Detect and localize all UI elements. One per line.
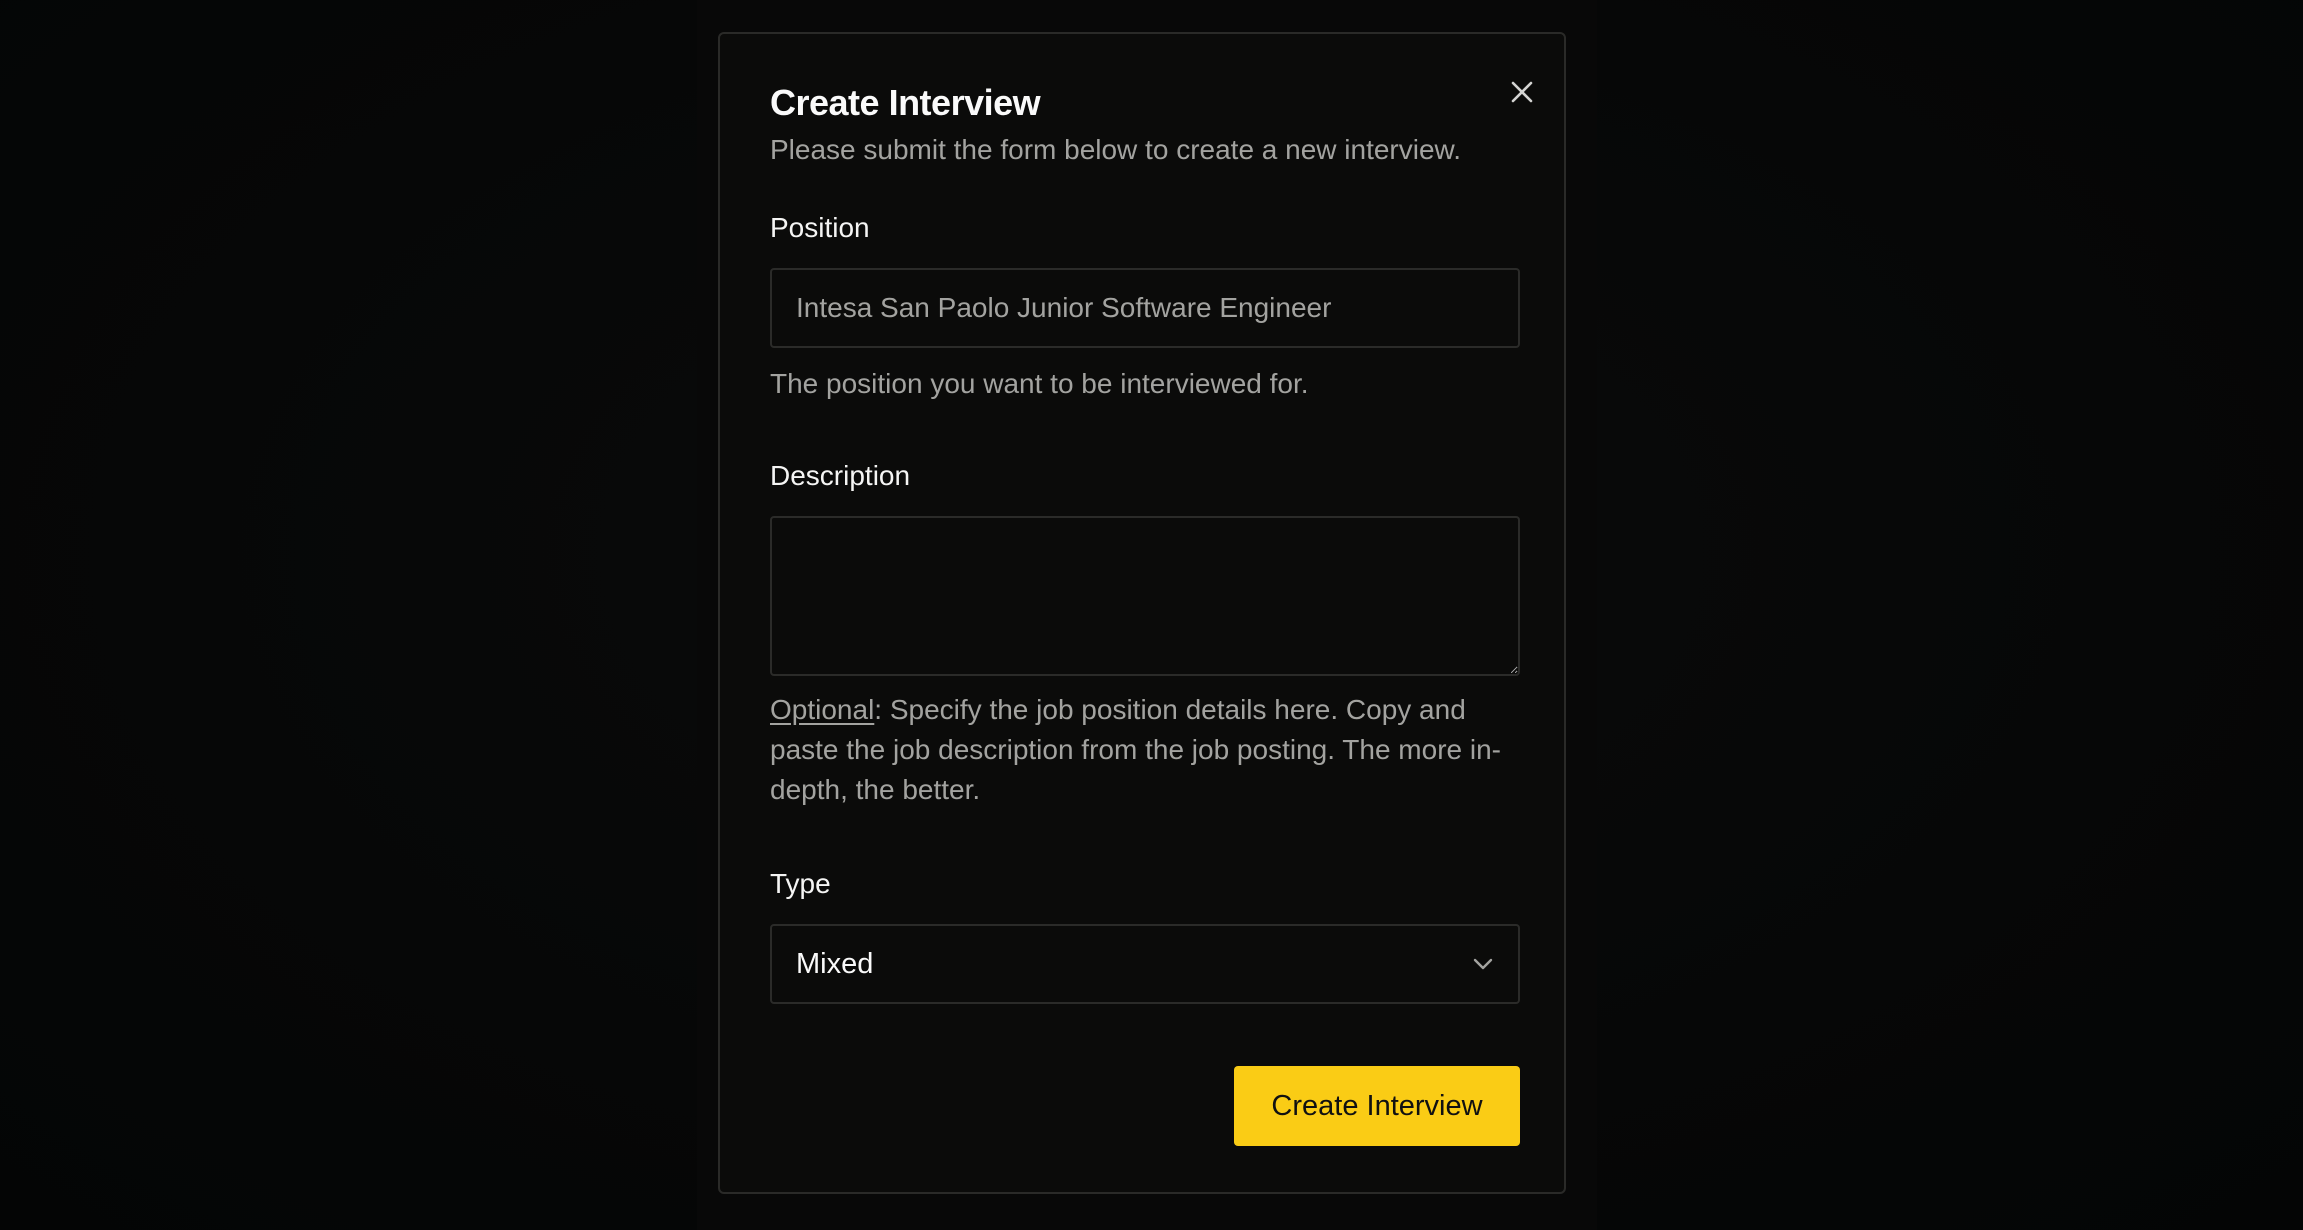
close-button[interactable] (1500, 70, 1544, 114)
create-interview-dialog: Create Interview Please submit the form … (718, 32, 1566, 1194)
type-label: Type (770, 868, 831, 899)
position-help-text: The position you want to be interviewed … (770, 368, 1309, 399)
create-interview-button[interactable]: Create Interview (1234, 1066, 1520, 1146)
close-icon (1511, 81, 1533, 103)
type-select[interactable]: Mixed (770, 924, 1520, 1004)
description-textarea[interactable] (770, 516, 1520, 676)
dialog-title: Create Interview (770, 82, 1041, 123)
position-label: Position (770, 212, 870, 243)
description-help-text: Optional: Specify the job position detai… (770, 690, 1530, 810)
description-help-body: : Specify the job position details here.… (770, 694, 1501, 805)
chevron-down-icon (1473, 958, 1493, 970)
optional-link[interactable]: Optional (770, 694, 874, 725)
description-label: Description (770, 460, 911, 491)
position-input[interactable] (770, 268, 1520, 348)
dialog-subtitle: Please submit the form below to create a… (770, 134, 1462, 165)
type-selected-value: Mixed (796, 947, 874, 980)
